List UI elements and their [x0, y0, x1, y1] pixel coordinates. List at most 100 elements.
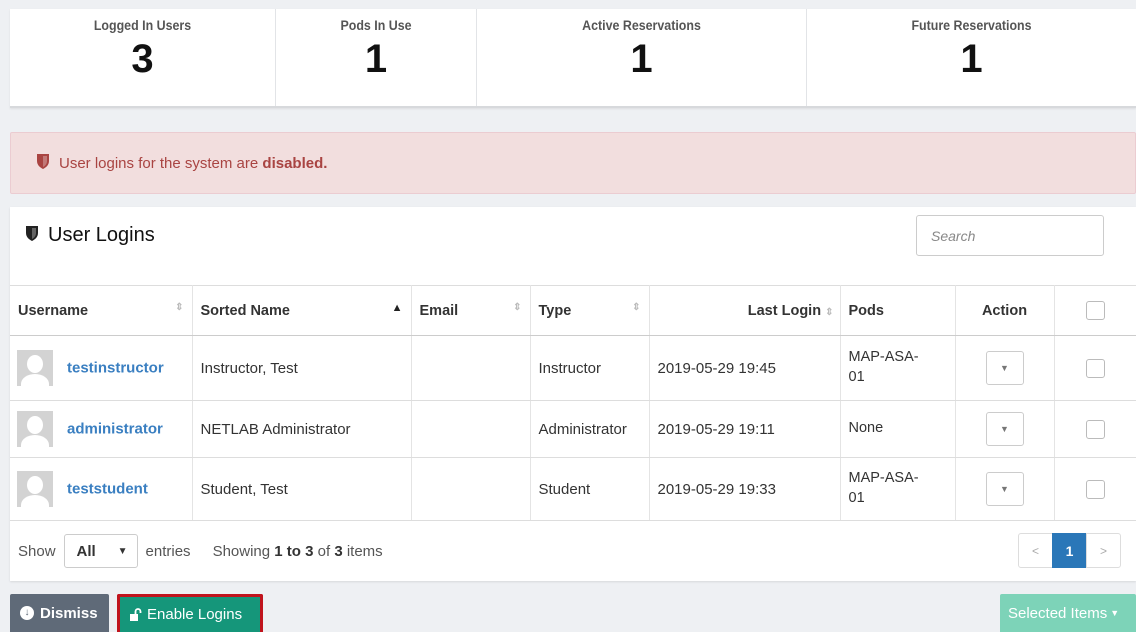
avatar — [17, 411, 53, 447]
email-cell — [411, 457, 531, 521]
unlock-icon — [128, 607, 142, 622]
stat-value: 3 — [131, 37, 154, 81]
stat-label: Active Reservations — [582, 18, 701, 33]
show-label: Show — [18, 542, 56, 560]
stat-label: Future Reservations — [911, 18, 1032, 33]
column-label: Pods — [848, 302, 884, 319]
pagination: < 1 > — [1018, 533, 1121, 568]
column-label: Type — [538, 302, 572, 319]
pager-prev-button[interactable]: < — [1018, 533, 1053, 568]
column-header-sorted-name[interactable]: Sorted Name ▲ — [192, 285, 412, 336]
arrow-circle-down-icon: ↓ — [20, 606, 34, 620]
sort-icon: ⇕ — [513, 302, 522, 313]
enable-logins-label: Enable Logins — [147, 606, 243, 623]
select-all-checkbox[interactable] — [1085, 301, 1105, 320]
stat-logged-in-users: Logged In Users 3 — [10, 9, 276, 106]
stat-active-reservations: Active Reservations 1 — [477, 9, 807, 106]
select-cell — [1054, 335, 1136, 401]
column-label: Username — [18, 302, 89, 319]
pods-cell: MAP-ASA- 01 — [840, 335, 956, 401]
sort-ascending-icon: ▲ — [391, 302, 403, 314]
action-dropdown-button[interactable]: ▼ — [985, 412, 1024, 446]
sorted-name-cell: Student, Test — [192, 457, 412, 521]
sort-icon: ⇕ — [632, 302, 641, 313]
panel-title-text: User Logins — [48, 224, 155, 246]
alert-text: User logins for the system are — [59, 154, 263, 172]
of-label: of — [317, 542, 331, 560]
pods-text: MAP-ASA- — [848, 349, 919, 366]
column-header-action: Action — [955, 285, 1055, 336]
pager-page-1[interactable]: 1 — [1052, 533, 1087, 568]
table-info: Showing 1 to 3 of 3 items — [213, 543, 383, 560]
column-header-username[interactable]: Username ⇕ — [10, 285, 193, 336]
pods-text: None — [848, 420, 884, 437]
type-cell: Administrator — [530, 400, 650, 458]
alert-status: disabled. — [262, 154, 328, 172]
sorted-name-cell: Instructor, Test — [192, 335, 412, 401]
enable-logins-button[interactable]: Enable Logins — [117, 594, 263, 632]
pods-text: MAP-ASA- — [848, 470, 919, 487]
username-cell: testinstructor — [10, 335, 193, 401]
type-cell: Student — [530, 457, 650, 521]
showing-label: Showing — [212, 542, 271, 560]
email-cell — [411, 335, 531, 401]
entries-length-value: All — [76, 542, 96, 560]
last-login-cell: 2019-05-29 19:33 — [649, 457, 841, 521]
column-label: Email — [419, 302, 459, 319]
action-cell: ▼ — [955, 335, 1055, 401]
stat-value: 1 — [630, 37, 653, 81]
table-row: teststudent Student, Test Student 2019-0… — [10, 457, 1136, 521]
row-checkbox[interactable] — [1085, 479, 1105, 499]
pods-cell: MAP-ASA- 01 — [840, 457, 956, 521]
column-label: Last Login — [747, 302, 822, 319]
username-cell: administrator — [10, 400, 193, 458]
column-header-last-login[interactable]: Last Login ⇕ — [649, 285, 841, 336]
dismiss-button[interactable]: ↓ Dismiss — [10, 594, 109, 632]
sort-icon: ⇕ — [175, 302, 184, 313]
table-row: testinstructor Instructor, Test Instruct… — [10, 335, 1136, 401]
select-all-checkbox-header[interactable] — [1054, 285, 1136, 336]
entries-length-select[interactable]: All ▼ — [63, 534, 138, 568]
row-checkbox[interactable] — [1085, 358, 1105, 378]
stat-label: Logged In Users — [93, 18, 192, 33]
stat-pods-in-use: Pods In Use 1 — [276, 9, 477, 106]
column-label: Sorted Name — [200, 302, 290, 319]
avatar — [17, 350, 53, 386]
caret-down-icon: ▼ — [1110, 608, 1120, 618]
pager-next-button[interactable]: > — [1086, 533, 1121, 568]
logins-disabled-alert: User logins for the system are disabled. — [10, 132, 1136, 194]
panel-header: User Logins — [10, 207, 1136, 285]
stat-value: 1 — [960, 37, 983, 81]
username-link[interactable]: administrator — [67, 421, 163, 438]
username-cell: teststudent — [10, 457, 193, 521]
items-label: items — [346, 542, 383, 560]
pods-text: 01 — [848, 490, 865, 506]
shield-icon — [26, 224, 38, 247]
column-label: Action — [981, 302, 1028, 319]
showing-total: 3 — [334, 542, 343, 560]
stat-future-reservations: Future Reservations 1 — [807, 9, 1136, 106]
pods-text: 01 — [848, 369, 865, 385]
select-cell — [1054, 400, 1136, 458]
stats-bar: Logged In Users 3 Pods In Use 1 Active R… — [10, 9, 1136, 108]
column-header-type[interactable]: Type ⇕ — [530, 285, 650, 336]
column-header-pods[interactable]: Pods — [840, 285, 956, 336]
username-link[interactable]: teststudent — [67, 481, 148, 498]
column-header-email[interactable]: Email ⇕ — [411, 285, 531, 336]
row-checkbox[interactable] — [1085, 419, 1105, 439]
selected-items-label: Selected Items — [1008, 604, 1108, 622]
pods-cell: None — [840, 400, 956, 458]
table-row: administrator NETLAB Administrator Admin… — [10, 400, 1136, 458]
action-cell: ▼ — [955, 400, 1055, 458]
avatar — [17, 471, 53, 507]
search-input[interactable] — [916, 215, 1104, 256]
action-cell: ▼ — [955, 457, 1055, 521]
action-dropdown-button[interactable]: ▼ — [985, 472, 1024, 506]
username-link[interactable]: testinstructor — [67, 360, 164, 377]
user-logins-panel: User Logins Username ⇕ Sorted Name ▲ Email… — [10, 207, 1136, 581]
selected-items-button[interactable]: Selected Items ▼ — [1000, 594, 1136, 632]
action-dropdown-button[interactable]: ▼ — [985, 351, 1024, 385]
dismiss-label: Dismiss — [40, 604, 98, 622]
user-logins-table: Username ⇕ Sorted Name ▲ Email ⇕ Type ⇕ Last… — [10, 285, 1136, 521]
last-login-cell: 2019-05-29 19:11 — [649, 400, 841, 458]
